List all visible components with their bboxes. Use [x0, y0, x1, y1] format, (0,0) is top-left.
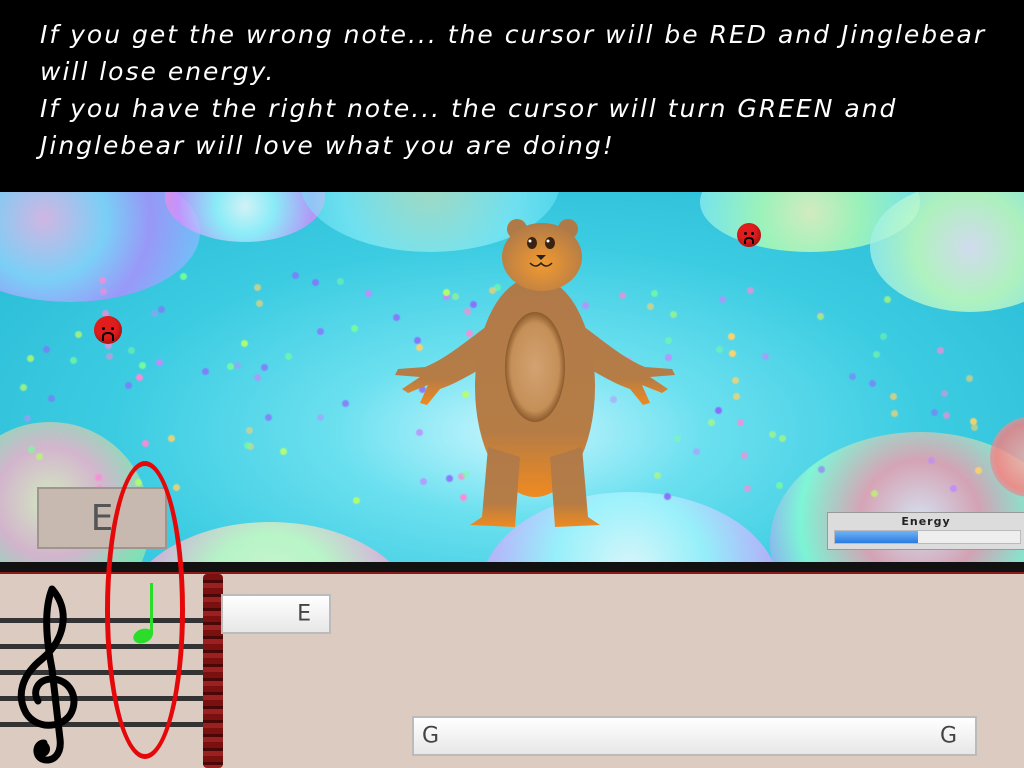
sparkle-dot [234, 361, 242, 369]
sparkle-dot [128, 347, 136, 355]
note-bar: G G [412, 716, 977, 756]
sparkle-dot [928, 456, 936, 464]
sparkle-dot [279, 448, 287, 456]
sparkle-dot [352, 496, 360, 504]
sparkle-dot [817, 313, 825, 321]
bubble [870, 192, 1024, 312]
sparkle-dot [775, 482, 783, 490]
sparkle-dot [26, 354, 34, 362]
sparkle-dot [201, 368, 209, 376]
sparkle-dot [778, 434, 786, 442]
sparkle-dot [245, 426, 253, 434]
sparkle-dot [743, 484, 751, 492]
energy-label: Energy [901, 515, 951, 528]
sparkle-dot [135, 374, 143, 382]
sparkle-dot [142, 439, 150, 447]
sparkle-dot [285, 353, 293, 361]
jinglebear-character [395, 219, 675, 527]
sparkle-dot [337, 278, 345, 286]
sparkle-dot [715, 345, 723, 353]
note-bar-label-left: G [422, 723, 440, 749]
sparkle-dot [930, 408, 938, 416]
sparkle-dot [342, 399, 350, 407]
sparkle-dot [311, 278, 319, 286]
sparkle-dot [43, 346, 51, 354]
sparkle-dot [884, 296, 892, 304]
sparkle-dot [260, 364, 268, 372]
sparkle-dot [941, 390, 949, 398]
playhead-bar [203, 574, 223, 768]
sparkle-dot [124, 381, 132, 389]
highlight-oval [105, 461, 185, 759]
sparkle-dot [317, 413, 325, 421]
sparkle-dot [692, 448, 700, 456]
sparkle-dot [28, 445, 36, 453]
sparkle-dot [740, 451, 748, 459]
sparkle-dot [943, 412, 951, 420]
energy-track [834, 530, 1021, 544]
sparkle-dot [241, 340, 249, 348]
sparkle-dot [254, 373, 262, 381]
instruction-right-note: If you have the right note... the cursor… [40, 94, 898, 160]
note-bar-label-right: E [297, 601, 311, 627]
sad-face-icon [737, 223, 761, 247]
sparkle-dot [172, 483, 180, 491]
sparkle-dot [936, 346, 944, 354]
sparkle-dot [74, 331, 82, 339]
instruction-wrong-note: If you get the wrong note... the cursor … [40, 20, 987, 86]
sparkle-dot [265, 413, 273, 421]
sparkle-dot [880, 332, 888, 340]
sparkle-dot [151, 309, 159, 317]
sparkle-dot [949, 485, 957, 493]
sparkle-dot [98, 276, 106, 284]
sparkle-dot [158, 305, 166, 313]
sparkle-dot [253, 283, 261, 291]
sparkle-dot [20, 384, 28, 392]
sparkle-dot [727, 333, 735, 341]
instructions-banner: If you get the wrong note... the cursor … [0, 0, 1024, 190]
energy-fill [835, 531, 919, 543]
sparkle-dot [746, 287, 754, 295]
note-bar: E [221, 594, 331, 634]
sparkle-dot [47, 395, 55, 403]
sparkle-dot [729, 349, 737, 357]
sparkle-dot [737, 419, 745, 427]
sparkle-dot [868, 380, 876, 388]
sparkle-dot [718, 295, 726, 303]
sparkle-dot [966, 374, 974, 382]
sparkle-dot [365, 289, 373, 297]
note-bar-label-right: G [939, 723, 957, 749]
sparkle-dot [817, 465, 825, 473]
sparkle-dot [226, 362, 234, 370]
sparkle-dot [708, 419, 716, 426]
sparkle-dot [168, 434, 176, 442]
sparkle-dot [891, 409, 899, 417]
sparkle-dot [292, 272, 300, 279]
sparkle-dot [105, 353, 113, 361]
sparkle-dot [714, 407, 722, 415]
sparkle-dot [351, 325, 359, 333]
sparkle-dot [69, 356, 77, 364]
sparkle-dot [731, 376, 739, 384]
sparkle-dot [99, 287, 107, 295]
sparkle-dot [889, 393, 897, 401]
sparkle-dot [180, 272, 188, 280]
sparkle-dot [23, 414, 31, 422]
sparkle-dot [970, 423, 978, 431]
sparkle-dot [155, 358, 163, 366]
sparkle-dot [36, 452, 44, 460]
sparkle-dot [768, 431, 776, 439]
sparkle-dot [138, 361, 146, 369]
treble-clef-icon [17, 585, 78, 764]
sad-face-icon [94, 316, 122, 344]
sparkle-dot [255, 300, 263, 308]
sparkle-dot [761, 352, 769, 360]
sparkle-dot [872, 351, 880, 359]
energy-meter: Energy [827, 512, 1024, 550]
sparkle-dot [316, 327, 324, 335]
sparkle-dot [733, 393, 741, 401]
sparkle-dot [243, 442, 251, 450]
sparkle-dot [849, 373, 857, 381]
